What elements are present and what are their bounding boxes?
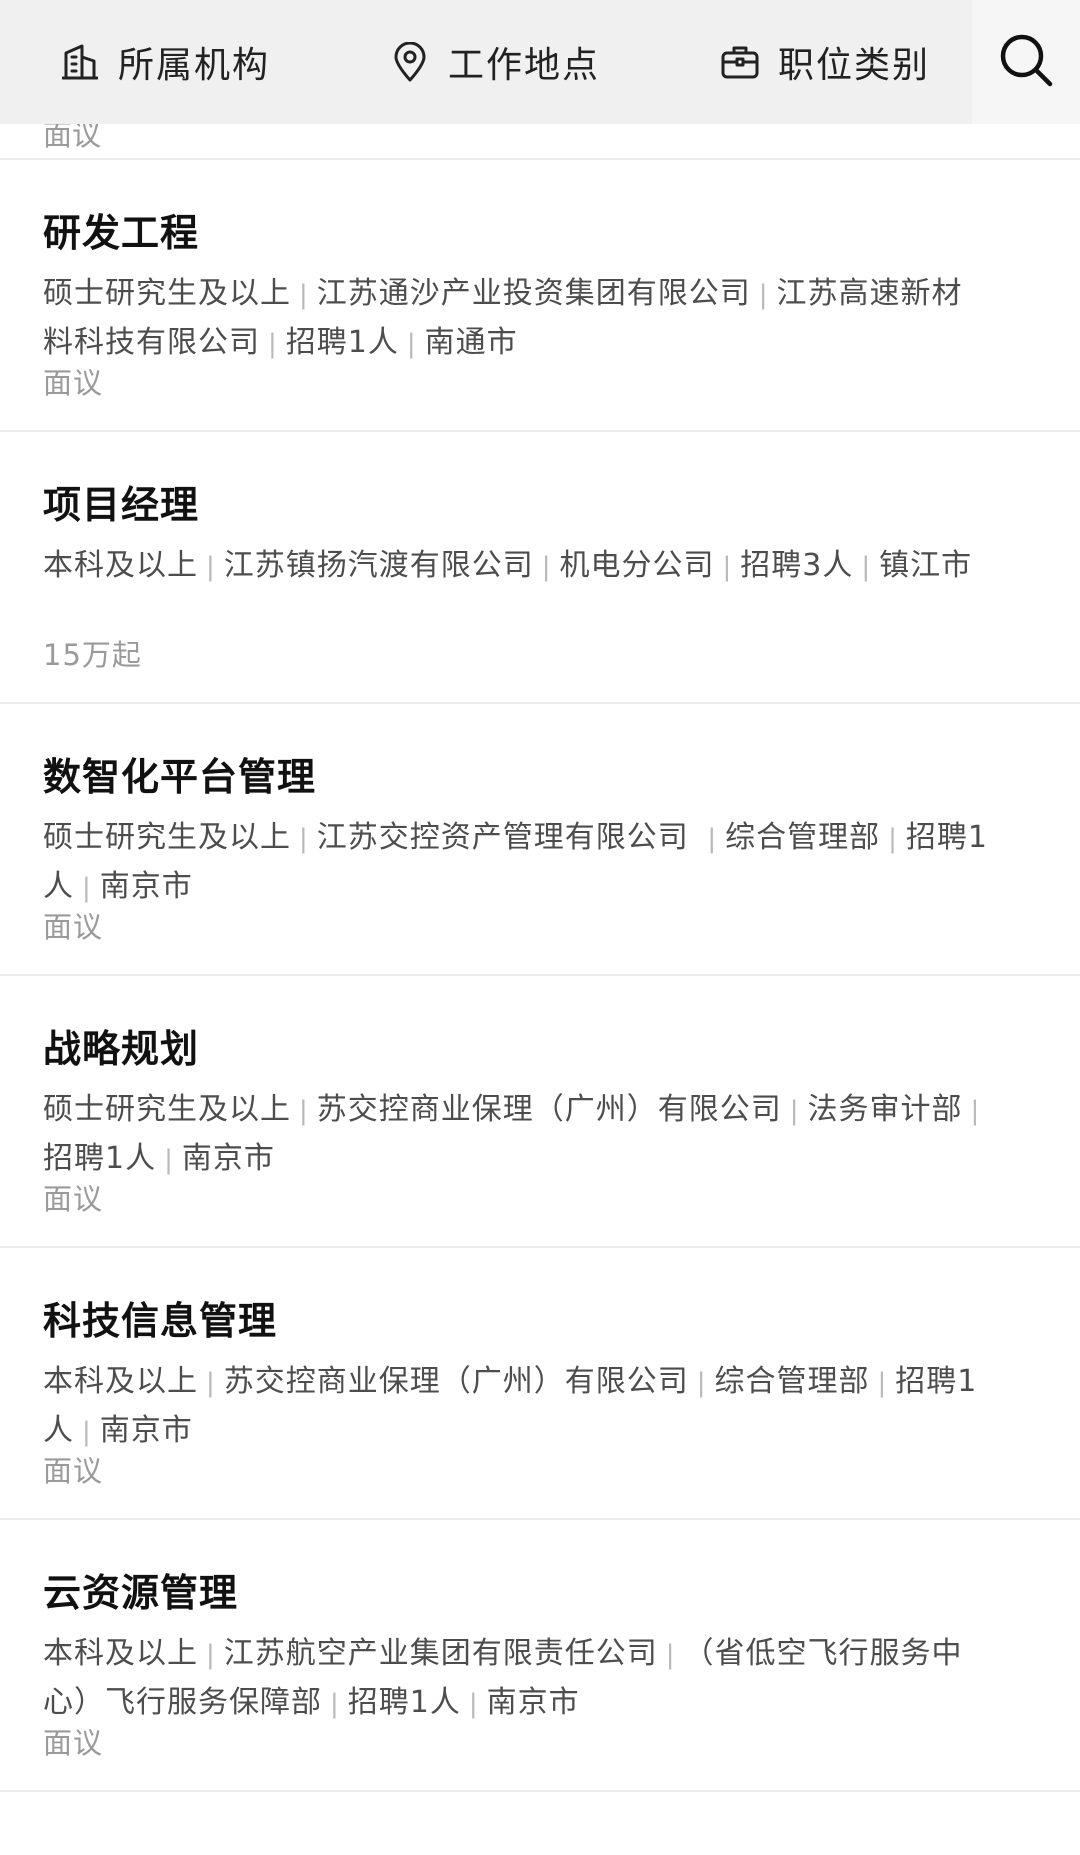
separator: |	[722, 552, 733, 582]
job-meta: 本科及以上 | 苏交控商业保理（广州）有限公司 | 综合管理部 | 招聘1人 | 南京市	[43, 1358, 993, 1456]
filter-bar: 所属机构 工作地点 职位类别	[0, 0, 1080, 124]
job-salary: 面议	[43, 366, 104, 400]
job-company: 江苏航空产业集团有限责任公司	[223, 1636, 658, 1671]
job-education: 本科及以上	[43, 1636, 198, 1671]
job-education: 本科及以上	[43, 548, 198, 583]
job-education: 硕士研究生及以上	[43, 1092, 291, 1127]
job-city: 镇江市	[879, 548, 973, 583]
job-city: 南京市	[99, 869, 193, 904]
filter-org-label: 所属机构	[118, 45, 271, 86]
job-education: 硕士研究生及以上	[43, 820, 291, 855]
job-salary: 面议	[43, 1454, 104, 1488]
job-headcount: 招聘1人	[347, 1685, 461, 1720]
job-company: 江苏交控资产管理有限公司	[316, 820, 700, 855]
separator: |	[468, 1689, 479, 1719]
job-headcount: 招聘1人	[285, 325, 399, 360]
job-company: 苏交控商业保理（广州）有限公司	[223, 1364, 689, 1399]
separator: |	[758, 280, 769, 310]
job-title: 项目经理	[43, 483, 200, 527]
separator: |	[330, 1689, 340, 1719]
separator: |	[970, 1096, 981, 1126]
job-title: 数智化平台管理	[43, 755, 317, 799]
job-item[interactable]: 研发工程 硕士研究生及以上 | 江苏通沙产业投资集团有限公司 | 江苏高速新材料科技有限…	[0, 160, 1080, 432]
separator: |	[299, 824, 309, 854]
job-item[interactable]: 项目经理 本科及以上 | 江苏镇扬汽渡有限公司 | 机电分公司 | 招聘3人 | 镇江市 15万…	[0, 432, 1080, 704]
job-list-page: 所属机构 工作地点 职位类别 面议 研发工程 硕士研究生及以上 | 江苏通沙产业…	[0, 0, 1080, 1855]
job-city: 南京市	[486, 1685, 580, 1720]
search-icon	[998, 32, 1054, 92]
separator: |	[82, 1417, 92, 1447]
job-item[interactable]: 云资源管理 本科及以上 | 江苏航空产业集团有限责任公司 | （省低空飞行服务中心）飞行…	[0, 1520, 1080, 1792]
separator: |	[888, 824, 898, 854]
job-company: 江苏通沙产业投资集团有限公司	[316, 276, 751, 311]
separator: |	[541, 552, 552, 582]
separator: |	[861, 552, 872, 582]
filter-category-button[interactable]: 职位类别	[720, 36, 930, 88]
job-title: 研发工程	[43, 211, 200, 255]
job-salary: 15万起	[43, 638, 142, 672]
job-headcount: 招聘1人	[43, 1141, 157, 1176]
job-title: 云资源管理	[43, 1571, 239, 1615]
job-city: 南通市	[424, 325, 518, 360]
job-meta: 本科及以上 | 江苏航空产业集团有限责任公司 | （省低空飞行服务中心）飞行服务保障部 |…	[43, 1630, 993, 1728]
separator: |	[206, 1368, 216, 1398]
job-salary: 面议	[43, 1726, 104, 1760]
job-company: 江苏镇扬汽渡有限公司	[223, 548, 534, 583]
job-department: 综合管理部	[725, 820, 881, 855]
job-headcount: 招聘3人	[740, 548, 854, 583]
job-education: 本科及以上	[43, 1364, 198, 1399]
separator: |	[877, 1368, 888, 1398]
separator: |	[299, 1096, 309, 1126]
filter-location-button[interactable]: 工作地点	[390, 36, 600, 88]
job-department: 法务审计部	[807, 1092, 963, 1127]
filter-tabs: 所属机构 工作地点 职位类别	[0, 0, 972, 124]
separator: |	[82, 873, 92, 903]
job-list: 研发工程 硕士研究生及以上 | 江苏通沙产业投资集团有限公司 | 江苏高速新材料科技有限…	[0, 160, 1080, 1792]
separator: |	[696, 1368, 707, 1398]
location-pin-icon	[390, 42, 430, 82]
search-button[interactable]	[972, 0, 1080, 124]
job-item[interactable]: 战略规划 硕士研究生及以上 | 苏交控商业保理（广州）有限公司 | 法务审计部 |招聘1人…	[0, 976, 1080, 1248]
job-city: 南京市	[181, 1141, 275, 1176]
separator: |	[206, 552, 216, 582]
separator: |	[206, 1640, 216, 1670]
separator: |	[299, 280, 309, 310]
job-department: 综合管理部	[714, 1364, 870, 1399]
job-meta: 本科及以上 | 江苏镇扬汽渡有限公司 | 机电分公司 | 招聘3人 | 镇江市	[43, 542, 993, 591]
job-item[interactable]: 科技信息管理 本科及以上 | 苏交控商业保理（广州）有限公司 | 综合管理部 | 招聘1人 |…	[0, 1248, 1080, 1520]
separator: |	[406, 329, 417, 359]
job-education: 硕士研究生及以上	[43, 276, 291, 311]
job-department: 机电分公司	[559, 548, 715, 583]
filter-location-label: 工作地点	[448, 45, 601, 86]
job-salary: 面议	[43, 1182, 104, 1216]
job-meta: 硕士研究生及以上 | 江苏通沙产业投资集团有限公司 | 江苏高速新材料科技有限公司 | 招聘…	[43, 270, 993, 368]
job-meta: 硕士研究生及以上 | 江苏交控资产管理有限公司 | 综合管理部 | 招聘1人 | 南京市	[43, 814, 993, 912]
job-item[interactable]: 数智化平台管理 硕士研究生及以上 | 江苏交控资产管理有限公司 | 综合管理部 | 招聘1…	[0, 704, 1080, 976]
job-title: 战略规划	[43, 1027, 200, 1071]
job-city: 南京市	[99, 1413, 193, 1448]
job-meta: 硕士研究生及以上 | 苏交控商业保理（广州）有限公司 | 法务审计部 |招聘1人 | 南京市	[43, 1086, 993, 1184]
job-company: 苏交控商业保理（广州）有限公司	[316, 1092, 782, 1127]
job-salary: 面议	[43, 910, 104, 944]
separator: |	[707, 824, 718, 854]
building-icon	[60, 42, 100, 82]
separator: |	[268, 329, 278, 359]
briefcase-icon	[720, 42, 760, 82]
separator: |	[164, 1145, 174, 1175]
filter-category-label: 职位类别	[778, 45, 931, 86]
job-title: 科技信息管理	[43, 1299, 278, 1343]
filter-org-button[interactable]: 所属机构	[60, 36, 270, 88]
separator: |	[789, 1096, 800, 1126]
separator: |	[665, 1640, 676, 1670]
